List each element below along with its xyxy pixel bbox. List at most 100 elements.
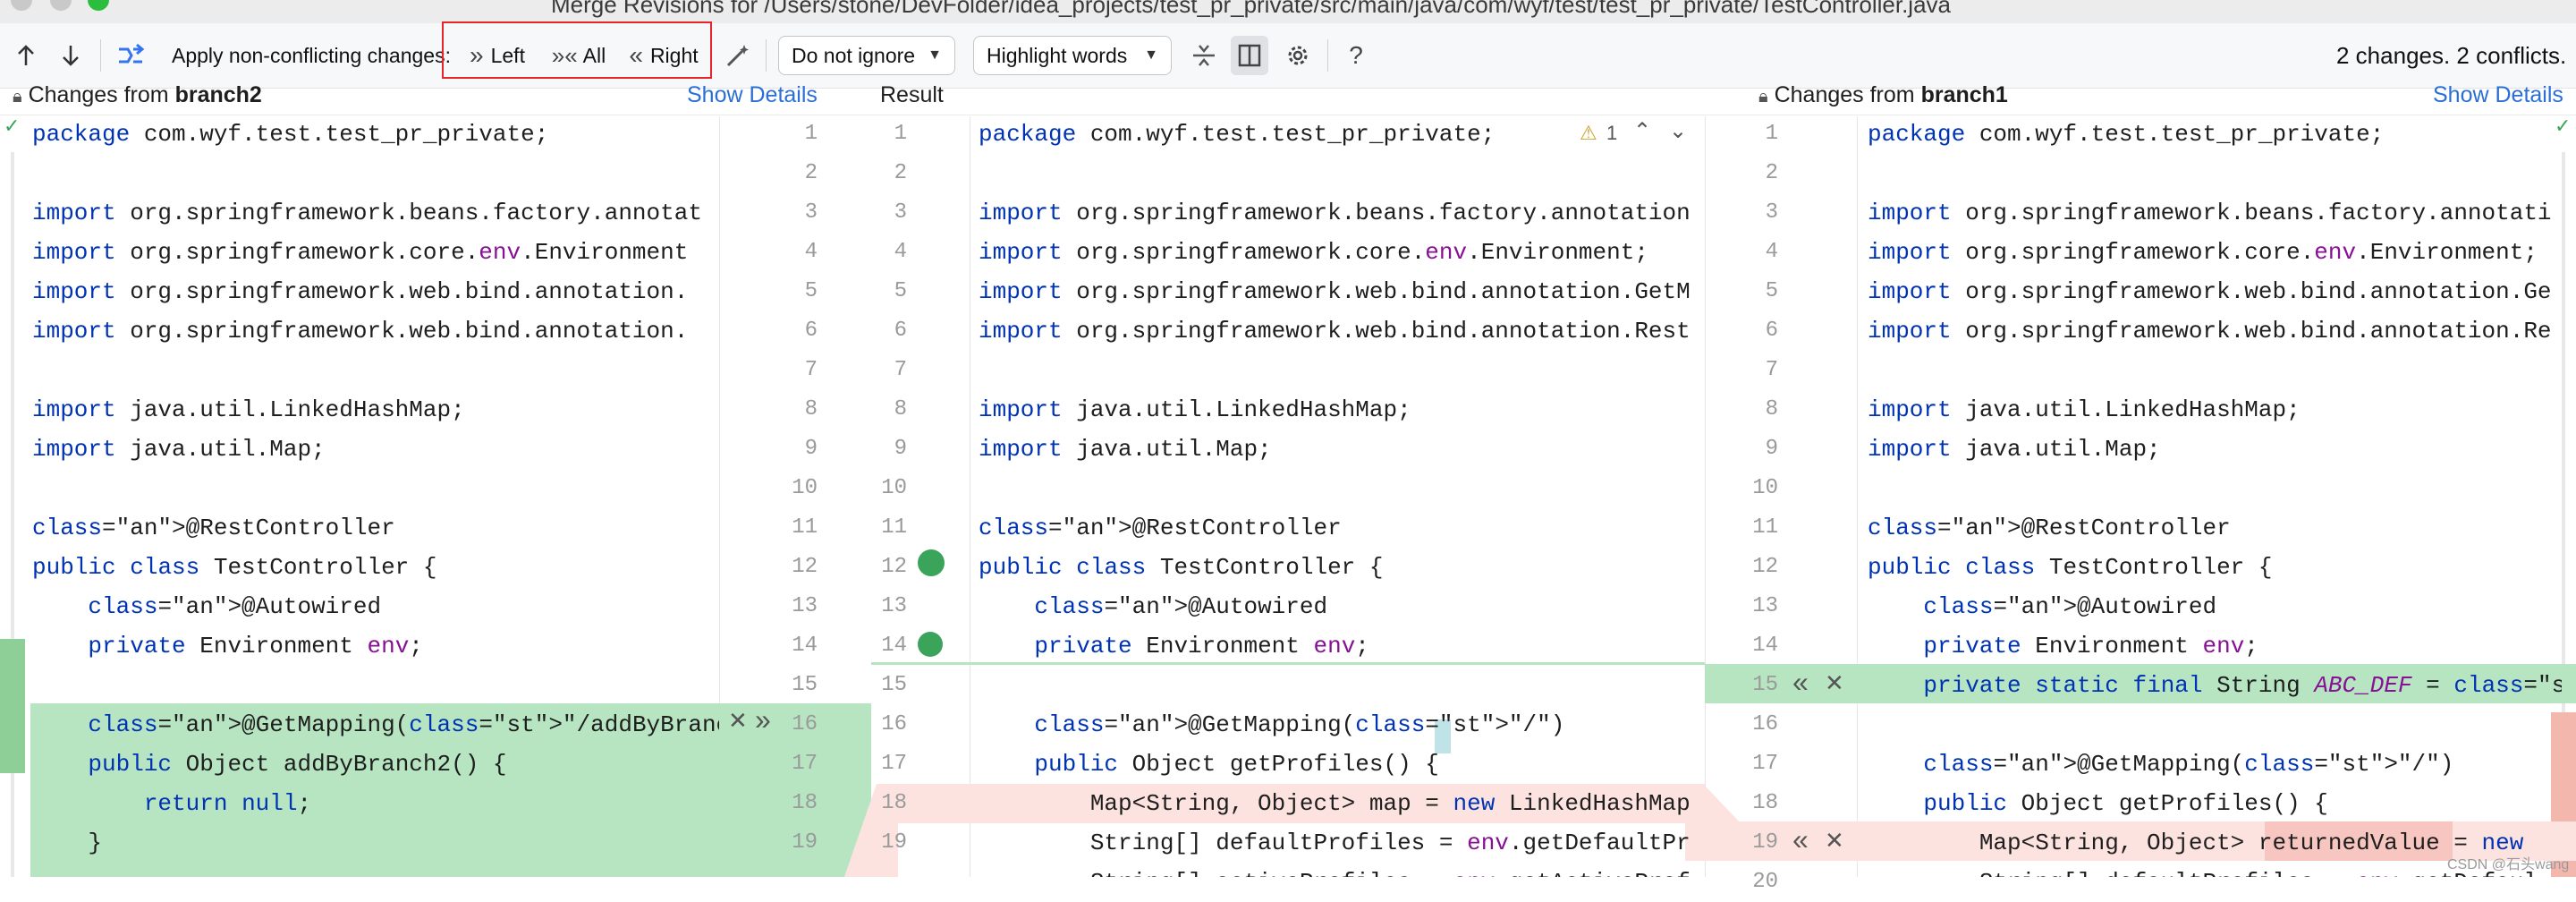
resolve-automatically-button[interactable] xyxy=(113,36,148,75)
sync-scroll-toggle[interactable] xyxy=(1231,36,1268,75)
magic-wand-button[interactable] xyxy=(721,36,755,75)
line-number: 1 xyxy=(804,122,818,146)
code-line: package com.wyf.test.test_pr_private; xyxy=(32,121,549,148)
right-show-details-link[interactable]: Show Details xyxy=(2433,75,2563,115)
code-line: String[] defaultProfiles = env.getDefaul… xyxy=(979,830,1690,856)
line-number: 15 xyxy=(792,673,818,697)
line-number: 11 xyxy=(881,515,907,540)
arrow-up-icon xyxy=(18,45,34,65)
apply-change-right-icon[interactable]: » xyxy=(755,703,771,736)
left-panel-prefix: Changes from xyxy=(28,82,175,107)
line-number: 7 xyxy=(894,358,907,382)
collapse-icon xyxy=(1193,45,1215,66)
left-code-editor[interactable]: package com.wyf.test.test_pr_private;imp… xyxy=(32,115,719,877)
line-number: 4 xyxy=(804,240,818,264)
zoom-window-button[interactable] xyxy=(88,0,109,11)
sync-scroll-icon xyxy=(1238,44,1261,67)
line-number: 10 xyxy=(792,476,818,500)
ignore-change-icon[interactable]: ✕ xyxy=(1825,827,1844,855)
ignore-select-value: Do not ignore xyxy=(792,43,916,67)
minimize-window-button[interactable] xyxy=(50,0,72,11)
code-line: import java.util.Map; xyxy=(979,436,1272,463)
window-title-bar: Merge Revisions for /Users/stone/DevFold… xyxy=(0,0,2576,23)
previous-difference-button[interactable] xyxy=(11,36,41,75)
warning-count: 1 xyxy=(1606,122,1618,144)
help-icon[interactable]: ? xyxy=(1338,36,1374,75)
line-number: 4 xyxy=(894,240,907,264)
spring-bean-icon xyxy=(918,549,945,576)
lock-icon: 🔒︎ xyxy=(1758,87,1768,106)
line-number: 7 xyxy=(1765,358,1778,382)
code-line: import org.springframework.beans.factory… xyxy=(979,200,1690,226)
close-window-button[interactable] xyxy=(11,0,32,11)
line-number: 19 xyxy=(1752,830,1778,855)
left-change-marker xyxy=(0,639,25,773)
left-panel-branch: branch2 xyxy=(174,82,262,107)
code-line: import java.util.LinkedHashMap; xyxy=(979,396,1411,423)
code-line: private Environment env; xyxy=(1923,633,2258,659)
line-number: 11 xyxy=(1752,515,1778,540)
code-line: return null; xyxy=(143,790,312,817)
arrow-down-icon xyxy=(63,46,79,66)
ignore-change-icon[interactable]: ✕ xyxy=(728,707,748,735)
settings-button[interactable] xyxy=(1279,36,1317,75)
code-line: public Object getProfiles() { xyxy=(1923,790,2328,817)
code-line: String[] defaultProfiles = env.getDefaul xyxy=(1868,863,2538,877)
line-number: 10 xyxy=(881,476,907,500)
line-number: 12 xyxy=(1752,555,1778,579)
code-line: private static final String ABC_DEF = cl… xyxy=(1923,672,2562,699)
line-number: 14 xyxy=(792,634,818,658)
warning-icon[interactable]: ⚠ xyxy=(1580,122,1597,145)
right-code-editor[interactable]: package com.wyf.test.test_pr_private; imp… xyxy=(1868,115,2562,877)
chevron-down-icon: ▼ xyxy=(1144,47,1158,63)
next-highlight-icon[interactable]: ⌄ xyxy=(1669,118,1687,144)
right-panel-header: 🔒︎ Changes from branch1 xyxy=(1758,75,2008,115)
line-number: 3 xyxy=(804,200,818,225)
apply-non-conflicting-label: Apply non-conflicting changes: xyxy=(172,43,451,67)
window-title: Merge Revisions for /Users/stone/DevFold… xyxy=(551,0,1951,18)
code-line: import org.springframework.web.bind.anno… xyxy=(1868,318,2552,345)
code-line: private Environment env; xyxy=(88,633,423,659)
line-number: 9 xyxy=(894,437,907,461)
code-line: Map<String, Object> returnedValue = new xyxy=(1868,830,2524,856)
line-number: 5 xyxy=(1765,279,1778,303)
line-number: 10 xyxy=(1752,476,1778,500)
ignore-change-icon[interactable]: ✕ xyxy=(1825,669,1844,697)
line-number: 15 xyxy=(881,673,907,697)
result-code-editor[interactable]: package com.wyf.test.test_pr_private; imp… xyxy=(979,115,1705,877)
code-line: import org.springframework.beans.factory… xyxy=(1868,200,2552,226)
apply-change-left-icon[interactable]: « xyxy=(1792,823,1809,856)
left-panel-header: 🔒︎ Changes from branch2 xyxy=(13,75,262,115)
code-line: public class TestController { xyxy=(979,554,1384,581)
line-number: 8 xyxy=(894,397,907,421)
line-number: 15 xyxy=(1752,673,1778,697)
next-difference-button[interactable] xyxy=(55,36,86,75)
code-line: class="an">@Autowired xyxy=(1034,593,1328,620)
apply-change-left-icon[interactable]: « xyxy=(1792,666,1809,699)
ignore-whitespace-select[interactable]: Do not ignore ▼ xyxy=(778,36,955,75)
left-show-details-link[interactable]: Show Details xyxy=(687,75,818,115)
code-line: class="an">@RestController xyxy=(1868,515,2231,541)
previous-highlight-icon[interactable]: ⌃ xyxy=(1633,118,1651,144)
code-line: import org.springframework.web.bind.anno… xyxy=(32,318,689,345)
line-number: 13 xyxy=(881,594,907,618)
code-line: class="an">@Autowired xyxy=(1923,593,2217,620)
code-line: class="an">@RestController xyxy=(979,515,1342,541)
line-number: 20 xyxy=(1752,870,1778,894)
code-line: class="an">@GetMapping(class="st">"/") xyxy=(1923,751,2454,778)
line-number: 3 xyxy=(1765,200,1778,225)
line-number: 3 xyxy=(894,200,907,225)
merge-toolbar: Apply non-conflicting changes: » Left »«… xyxy=(0,23,2576,89)
code-line: import org.springframework.core.env.Envi… xyxy=(32,239,689,266)
line-number: 5 xyxy=(804,279,818,303)
changes-status: 2 changes. 2 conflicts. xyxy=(2336,41,2567,69)
line-number: 16 xyxy=(881,712,907,736)
line-number: 16 xyxy=(1752,712,1778,736)
line-number: 5 xyxy=(894,279,907,303)
check-icon: ✓ xyxy=(4,115,21,137)
code-line: class="an">@GetMapping(class="st">"/") xyxy=(1034,711,1565,738)
code-line: import org.springframework.web.bind.anno… xyxy=(979,318,1690,345)
collapse-unchanged-button[interactable] xyxy=(1186,36,1222,75)
gear-icon xyxy=(1288,46,1308,65)
highlight-mode-select[interactable]: Highlight words ▼ xyxy=(973,36,1172,75)
